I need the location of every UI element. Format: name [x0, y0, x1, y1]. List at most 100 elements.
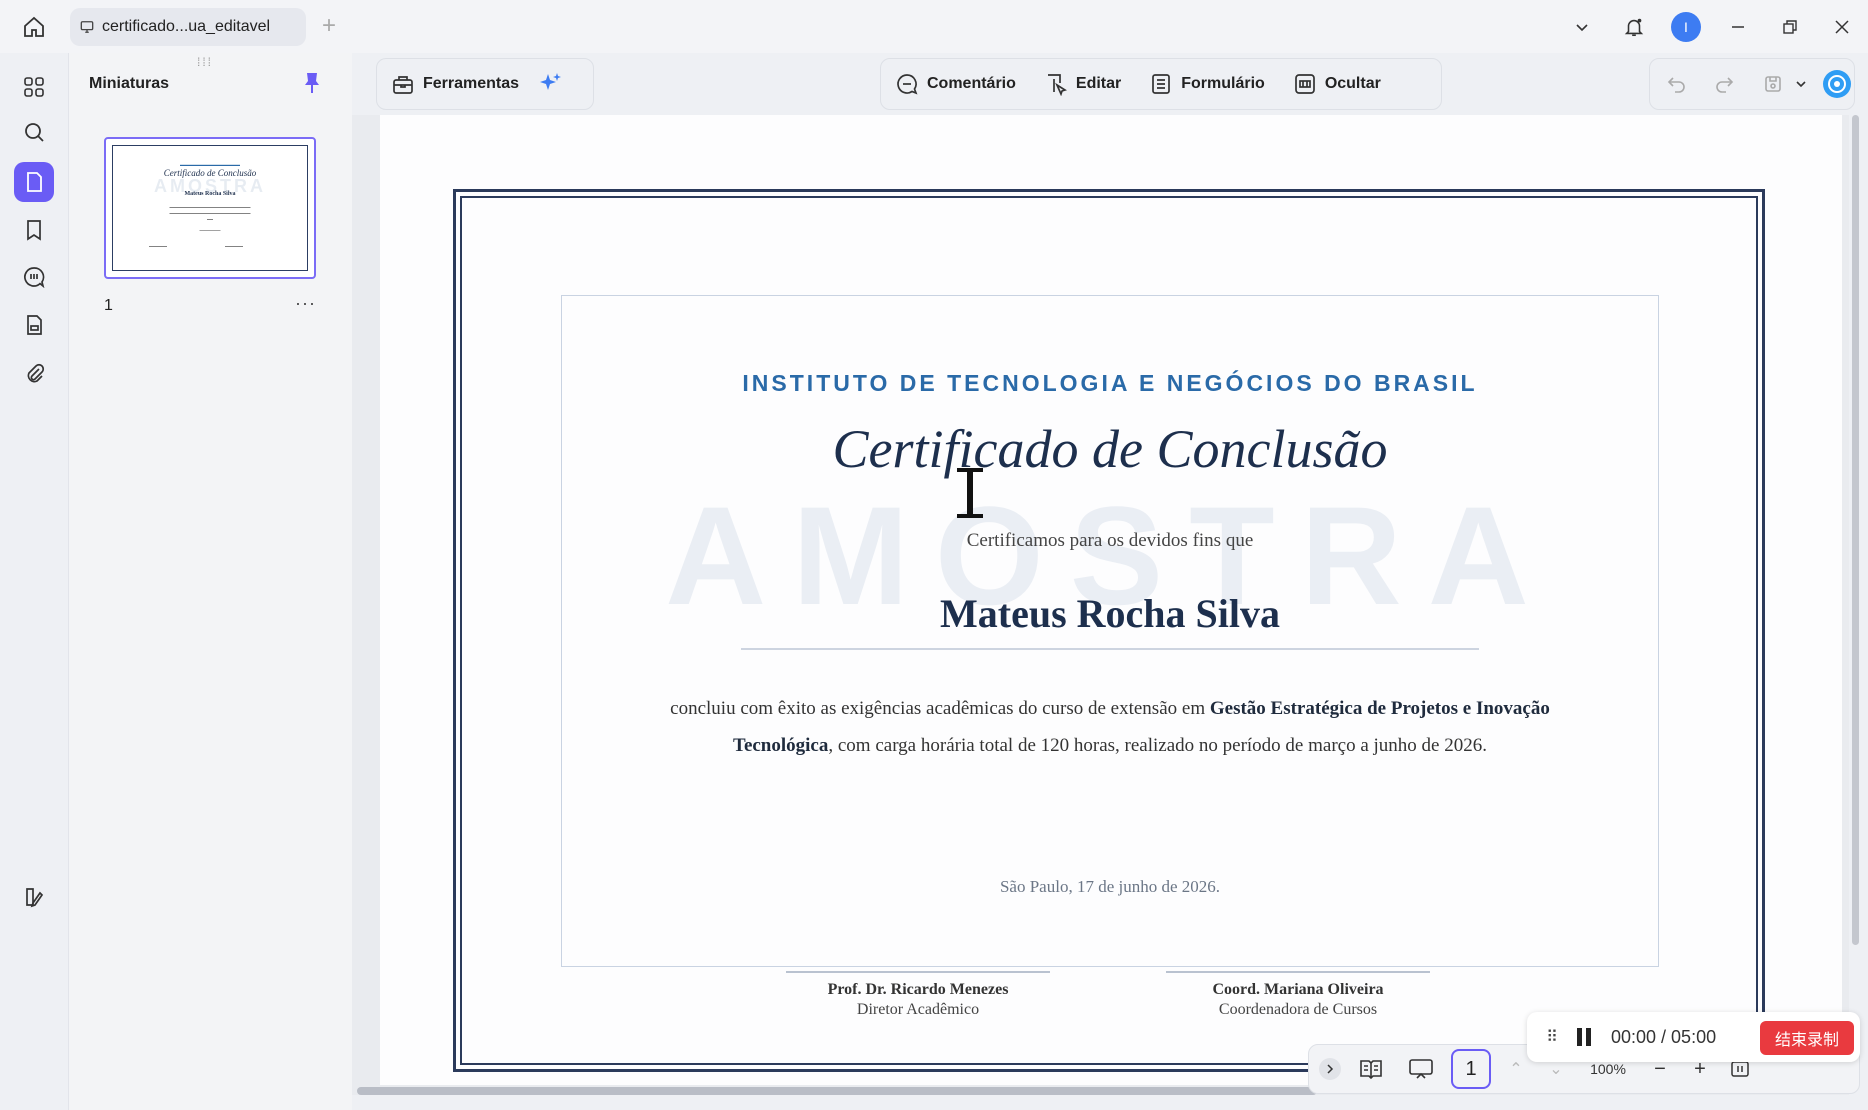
rail-bookmarks-button[interactable] [14, 210, 54, 250]
bookmark-icon [27, 220, 41, 241]
recipient-name[interactable]: Mateus Rocha Silva [561, 590, 1659, 637]
zoom-level[interactable]: 100% [1581, 1061, 1635, 1077]
comment-icon [897, 74, 918, 95]
title-bar: certificado...ua_editavel + I [0, 0, 1868, 53]
edit-modes-group: Comentário Editar Formulário Ocultar [880, 58, 1442, 110]
edit-label: Editar [1075, 75, 1122, 92]
form-mode-button[interactable]: Formulário [1135, 64, 1279, 104]
recording-drag-handle[interactable]: ⠿ [1537, 1027, 1567, 1047]
history-group [1649, 58, 1855, 110]
thumbnail-page-number: 1 [104, 297, 113, 314]
ai-orb-icon [1823, 70, 1852, 98]
hide-label: Ocultar [1324, 75, 1381, 92]
thumbnail-preview: ▬▬▬▬▬▬▬▬▬▬▬▬▬▬▬ Certificado de Conclusão… [112, 145, 308, 271]
fit-page-button[interactable] [1725, 1059, 1755, 1079]
previous-page-button[interactable]: ⌃ [1501, 1059, 1531, 1079]
tools-group: Ferramentas [376, 58, 594, 110]
book-pen-icon [26, 888, 44, 908]
close-window-button[interactable] [1816, 0, 1868, 53]
undo-button[interactable] [1660, 66, 1693, 102]
panel-title: Miniaturas [89, 75, 170, 92]
signer-name: Prof. Dr. Ricardo Menezes [827, 981, 1009, 998]
bell-icon [1624, 18, 1644, 36]
close-icon [1835, 19, 1849, 34]
rail-search-button[interactable] [14, 112, 54, 152]
save-button[interactable] [1757, 66, 1790, 102]
signer-role: Coordenadora de Cursos [1218, 1001, 1378, 1018]
signer-role: Diretor Acadêmico [856, 1001, 980, 1018]
redo-button[interactable] [1707, 66, 1740, 102]
tabs-dropdown-button[interactable] [1556, 0, 1608, 53]
ai-chat-button[interactable] [1821, 66, 1854, 102]
issue-date[interactable]: São Paulo, 17 de junho de 2026. [561, 877, 1659, 897]
horizontal-scrollbar[interactable] [357, 1087, 1317, 1095]
edit-mode-button[interactable]: Editar [1030, 64, 1135, 104]
home-button[interactable] [14, 10, 54, 44]
page-number-input[interactable]: 1 [1451, 1049, 1491, 1089]
presentation-button[interactable] [1401, 1051, 1441, 1087]
certificate-body[interactable]: concluiu com êxito as exigências acadêmi… [655, 690, 1565, 764]
rail-thumbnails-button[interactable] [14, 162, 54, 202]
tab-title: certificado...ua_editavel [102, 18, 271, 35]
sparkle-icon [540, 73, 562, 90]
ai-assistant-button[interactable] [533, 71, 563, 97]
page-icon [27, 172, 42, 192]
expand-bar-button[interactable] [1319, 1058, 1341, 1080]
tools-button[interactable]: Ferramentas [377, 64, 533, 104]
pin-panel-button[interactable] [301, 71, 323, 95]
certify-intro[interactable]: Certificamos para os devidos fins que [561, 530, 1659, 552]
signature-block-1[interactable]: Prof. Dr. Ricardo Menezes Diretor Acadêm… [786, 971, 1050, 1019]
minimize-button[interactable] [1712, 0, 1764, 53]
restore-button[interactable] [1764, 0, 1816, 53]
thumbnail-more-button[interactable]: ··· [295, 293, 316, 314]
institute-name[interactable]: INSTITUTO DE TECNOLOGIA E NEGÓCIOS DO BR… [561, 370, 1659, 397]
toolbox-icon [393, 76, 413, 94]
notifications-button[interactable] [1608, 0, 1660, 53]
paperclip-icon [27, 363, 45, 383]
body-part1: concluiu com êxito as exigências acadêmi… [670, 698, 1210, 719]
search-icon [25, 123, 44, 142]
pin-icon [305, 73, 319, 93]
save-icon [1765, 76, 1782, 92]
recipient-underline [741, 648, 1479, 650]
panel-drag-handle[interactable]: ⁞⁞⁞ [197, 55, 213, 69]
signer-name: Coord. Mariana Oliveira [1212, 981, 1384, 998]
chevron-down-icon [1576, 23, 1588, 31]
next-page-button[interactable]: ⌄ [1541, 1059, 1571, 1079]
hide-mode-button[interactable]: Ocultar [1279, 64, 1395, 104]
text-cursor-icon [955, 468, 985, 518]
redact-icon [1294, 74, 1315, 94]
form-icon [27, 315, 42, 335]
signature-block-2[interactable]: Coord. Mariana Oliveira Coordenadora de … [1166, 971, 1430, 1019]
save-options-button[interactable] [1794, 66, 1809, 102]
certificate-title[interactable]: Certificado de Conclusão [561, 418, 1659, 480]
comment-label: Comentário [927, 75, 1016, 92]
reading-mode-button[interactable] [1351, 1051, 1391, 1087]
fit-page-icon [1731, 1061, 1749, 1077]
new-tab-button[interactable]: + [322, 12, 336, 40]
page-thumbnail[interactable]: ▬▬▬▬▬▬▬▬▬▬▬▬▬▬▬ Certificado de Conclusão… [104, 137, 316, 279]
thumbnails-panel: ⁞⁞⁞ Miniaturas ▬▬▬▬▬▬▬▬▬▬▬▬▬▬▬ Certifica… [68, 53, 352, 1110]
edit-text-icon [1047, 74, 1067, 96]
rail-attachments-button[interactable] [14, 353, 54, 393]
rail-forms-button[interactable] [14, 305, 54, 345]
form-label: Formulário [1181, 75, 1265, 92]
comment-mode-button[interactable]: Comentário [881, 64, 1030, 104]
document-tab[interactable]: certificado...ua_editavel [70, 8, 306, 46]
body-part2: , com carga horária total de 120 horas, … [828, 735, 1487, 756]
rail-settings-button[interactable] [14, 877, 54, 917]
home-icon [24, 16, 44, 37]
rail-comments-button[interactable] [14, 257, 54, 297]
recording-timer: 00:00 / 05:00 [1611, 1026, 1717, 1047]
presentation-icon [1409, 1059, 1433, 1079]
thumbnail-name: Mateus Rocha Silva [184, 191, 236, 197]
tools-label: Ferramentas [423, 75, 520, 92]
vertical-scroll-thumb[interactable] [1852, 115, 1859, 945]
pause-recording-button[interactable] [1567, 1027, 1601, 1047]
vertical-scrollbar[interactable] [1849, 115, 1861, 955]
minimize-icon [1732, 25, 1744, 28]
recording-toolbar: ⠿ 00:00 / 05:00 结束录制 [1527, 1012, 1860, 1062]
user-button[interactable]: I [1660, 0, 1712, 53]
rail-apps-button[interactable] [14, 67, 54, 107]
stop-recording-button[interactable]: 结束录制 [1760, 1021, 1854, 1055]
